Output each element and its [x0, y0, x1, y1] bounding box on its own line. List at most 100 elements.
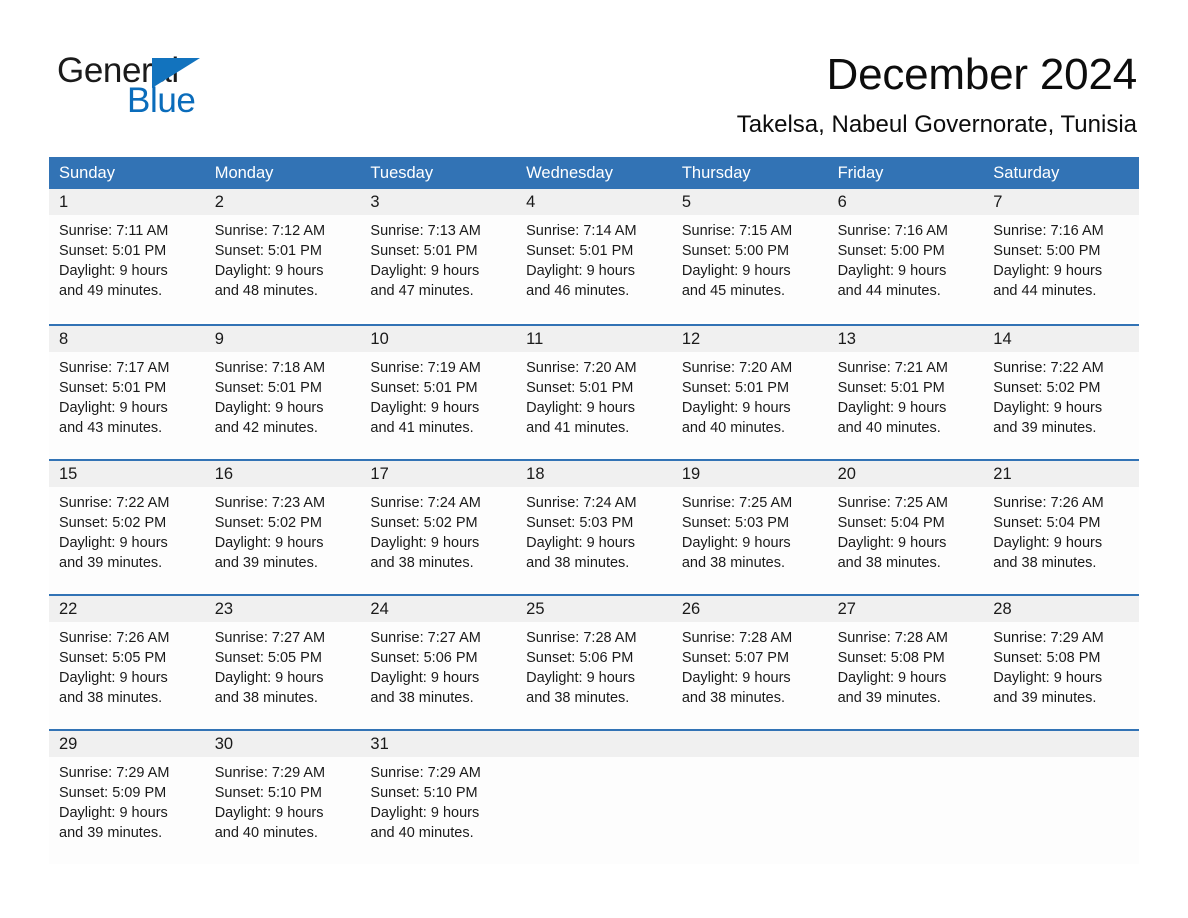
day-details: Sunrise: 7:19 AM Sunset: 5:01 PM Dayligh… — [360, 352, 516, 438]
daylight-text-line1: Daylight: 9 hours — [837, 263, 947, 279]
sunset-text: Sunset: 5:01 PM — [370, 380, 478, 396]
day-cell[interactable]: 10 Sunrise: 7:19 AM Sunset: 5:01 PM Dayl… — [360, 326, 517, 459]
day-details: Sunrise: 7:22 AM Sunset: 5:02 PM Dayligh… — [983, 352, 1139, 438]
day-number: 4 — [516, 189, 672, 215]
day-number: 9 — [204, 326, 361, 352]
day-cell[interactable]: 11 Sunrise: 7:20 AM Sunset: 5:01 PM Dayl… — [516, 326, 672, 459]
day-cell-empty — [827, 731, 984, 864]
day-cell[interactable]: 17 Sunrise: 7:24 AM Sunset: 5:02 PM Dayl… — [360, 461, 517, 594]
day-cell[interactable]: 15 Sunrise: 7:22 AM Sunset: 5:02 PM Dayl… — [49, 461, 205, 594]
daylight-text-line1: Daylight: 9 hours — [526, 670, 635, 686]
daylight-text-line1: Daylight: 9 hours — [993, 535, 1103, 551]
day-cell[interactable]: 31 Sunrise: 7:29 AM Sunset: 5:10 PM Dayl… — [360, 731, 517, 864]
daylight-text-line2: and 44 minutes. — [993, 283, 1097, 299]
day-number: 10 — [360, 326, 517, 352]
day-details: Sunrise: 7:12 AM Sunset: 5:01 PM Dayligh… — [205, 215, 361, 301]
weekday-header-row: Sunday Monday Tuesday Wednesday Thursday… — [49, 157, 1139, 189]
page-title: December 2024 — [826, 50, 1138, 99]
day-cell[interactable]: 1 Sunrise: 7:11 AM Sunset: 5:01 PM Dayli… — [49, 189, 205, 322]
daylight-text-line2: and 38 minutes. — [370, 690, 474, 706]
sunrise-text: Sunrise: 7:22 AM — [59, 495, 170, 511]
day-number: 3 — [360, 189, 517, 215]
day-cell[interactable]: 2 Sunrise: 7:12 AM Sunset: 5:01 PM Dayli… — [204, 189, 361, 322]
day-cell[interactable]: 12 Sunrise: 7:20 AM Sunset: 5:01 PM Dayl… — [671, 326, 828, 459]
day-number — [827, 731, 984, 757]
sunset-text: Sunset: 5:01 PM — [214, 380, 322, 396]
day-cell[interactable]: 16 Sunrise: 7:23 AM Sunset: 5:02 PM Dayl… — [204, 461, 361, 594]
daylight-text-line2: and 39 minutes. — [993, 420, 1097, 436]
daylight-text-line1: Daylight: 9 hours — [214, 263, 324, 279]
sunrise-text: Sunrise: 7:29 AM — [59, 765, 170, 781]
daylight-text-line2: and 38 minutes. — [59, 690, 163, 706]
day-number: 26 — [671, 596, 828, 622]
day-cell[interactable]: 8 Sunrise: 7:17 AM Sunset: 5:01 PM Dayli… — [49, 326, 205, 459]
sunrise-text: Sunrise: 7:20 AM — [526, 360, 637, 376]
day-number: 24 — [360, 596, 517, 622]
day-cell[interactable]: 25 Sunrise: 7:28 AM Sunset: 5:06 PM Dayl… — [516, 596, 672, 729]
sunrise-text: Sunrise: 7:29 AM — [214, 765, 326, 781]
day-number — [516, 731, 672, 757]
sunset-text: Sunset: 5:08 PM — [837, 650, 945, 666]
sunrise-text: Sunrise: 7:24 AM — [370, 495, 481, 511]
day-number: 29 — [49, 731, 205, 757]
day-cell[interactable]: 30 Sunrise: 7:29 AM Sunset: 5:10 PM Dayl… — [204, 731, 361, 864]
day-cell[interactable]: 29 Sunrise: 7:29 AM Sunset: 5:09 PM Dayl… — [49, 731, 205, 864]
day-cell[interactable]: 18 Sunrise: 7:24 AM Sunset: 5:03 PM Dayl… — [516, 461, 672, 594]
day-cell[interactable]: 13 Sunrise: 7:21 AM Sunset: 5:01 PM Dayl… — [827, 326, 984, 459]
day-cell[interactable]: 20 Sunrise: 7:25 AM Sunset: 5:04 PM Dayl… — [827, 461, 984, 594]
sunset-text: Sunset: 5:09 PM — [59, 785, 167, 801]
day-cell[interactable]: 24 Sunrise: 7:27 AM Sunset: 5:06 PM Dayl… — [360, 596, 517, 729]
day-cell[interactable]: 26 Sunrise: 7:28 AM Sunset: 5:07 PM Dayl… — [671, 596, 828, 729]
day-cell[interactable]: 22 Sunrise: 7:26 AM Sunset: 5:05 PM Dayl… — [49, 596, 205, 729]
day-details: Sunrise: 7:22 AM Sunset: 5:02 PM Dayligh… — [49, 487, 205, 573]
day-details: Sunrise: 7:27 AM Sunset: 5:05 PM Dayligh… — [205, 622, 361, 708]
day-cell[interactable]: 21 Sunrise: 7:26 AM Sunset: 5:04 PM Dayl… — [983, 461, 1139, 594]
day-cell[interactable]: 7 Sunrise: 7:16 AM Sunset: 5:00 PM Dayli… — [983, 189, 1139, 322]
day-cell[interactable]: 19 Sunrise: 7:25 AM Sunset: 5:03 PM Dayl… — [671, 461, 828, 594]
day-number: 15 — [49, 461, 205, 487]
daylight-text-line1: Daylight: 9 hours — [59, 263, 168, 279]
calendar-page: General Blue December 2024 Takelsa, Nabe… — [0, 0, 1188, 918]
daylight-text-line2: and 41 minutes. — [526, 420, 630, 436]
daylight-text-line2: and 49 minutes. — [59, 283, 163, 299]
daylight-text-line1: Daylight: 9 hours — [370, 263, 480, 279]
daylight-text-line1: Daylight: 9 hours — [526, 400, 635, 416]
day-details: Sunrise: 7:20 AM Sunset: 5:01 PM Dayligh… — [516, 352, 672, 438]
daylight-text-line2: and 38 minutes. — [214, 690, 318, 706]
day-details: Sunrise: 7:29 AM Sunset: 5:10 PM Dayligh… — [360, 757, 516, 843]
sunset-text: Sunset: 5:01 PM — [837, 380, 945, 396]
day-cell[interactable]: 27 Sunrise: 7:28 AM Sunset: 5:08 PM Dayl… — [827, 596, 984, 729]
daylight-text-line1: Daylight: 9 hours — [59, 670, 168, 686]
day-cell[interactable]: 14 Sunrise: 7:22 AM Sunset: 5:02 PM Dayl… — [983, 326, 1139, 459]
general-blue-logo[interactable]: General Blue — [57, 52, 257, 122]
day-cell[interactable]: 9 Sunrise: 7:18 AM Sunset: 5:01 PM Dayli… — [204, 326, 361, 459]
day-cell[interactable]: 4 Sunrise: 7:14 AM Sunset: 5:01 PM Dayli… — [516, 189, 672, 322]
day-cell[interactable]: 3 Sunrise: 7:13 AM Sunset: 5:01 PM Dayli… — [360, 189, 517, 322]
day-number: 18 — [516, 461, 672, 487]
sunset-text: Sunset: 5:00 PM — [993, 243, 1101, 259]
sunset-text: Sunset: 5:10 PM — [370, 785, 478, 801]
daylight-text-line1: Daylight: 9 hours — [837, 400, 947, 416]
day-cell[interactable]: 5 Sunrise: 7:15 AM Sunset: 5:00 PM Dayli… — [671, 189, 828, 322]
daylight-text-line2: and 45 minutes. — [681, 283, 786, 299]
sunrise-text: Sunrise: 7:28 AM — [681, 630, 793, 646]
daylight-text-line2: and 43 minutes. — [59, 420, 163, 436]
daylight-text-line2: and 40 minutes. — [681, 420, 786, 436]
day-details: Sunrise: 7:28 AM Sunset: 5:08 PM Dayligh… — [828, 622, 984, 708]
day-cell[interactable]: 6 Sunrise: 7:16 AM Sunset: 5:00 PM Dayli… — [827, 189, 984, 322]
daylight-text-line1: Daylight: 9 hours — [993, 670, 1103, 686]
daylight-text-line1: Daylight: 9 hours — [837, 670, 947, 686]
sunset-text: Sunset: 5:01 PM — [681, 380, 790, 396]
title-block: December 2024 Takelsa, Nabeul Governorat… — [737, 48, 1137, 140]
day-number: 7 — [983, 189, 1139, 215]
day-cell[interactable]: 28 Sunrise: 7:29 AM Sunset: 5:08 PM Dayl… — [983, 596, 1139, 729]
sunrise-text: Sunrise: 7:29 AM — [993, 630, 1104, 646]
daylight-text-line2: and 39 minutes. — [59, 555, 163, 571]
logo-text-blue: Blue — [127, 81, 196, 120]
sunrise-text: Sunrise: 7:25 AM — [681, 495, 793, 511]
week-row: 8 Sunrise: 7:17 AM Sunset: 5:01 PM Dayli… — [49, 324, 1139, 459]
day-number: 5 — [671, 189, 828, 215]
daylight-text-line1: Daylight: 9 hours — [59, 535, 168, 551]
sunset-text: Sunset: 5:02 PM — [59, 515, 167, 531]
day-cell[interactable]: 23 Sunrise: 7:27 AM Sunset: 5:05 PM Dayl… — [204, 596, 361, 729]
